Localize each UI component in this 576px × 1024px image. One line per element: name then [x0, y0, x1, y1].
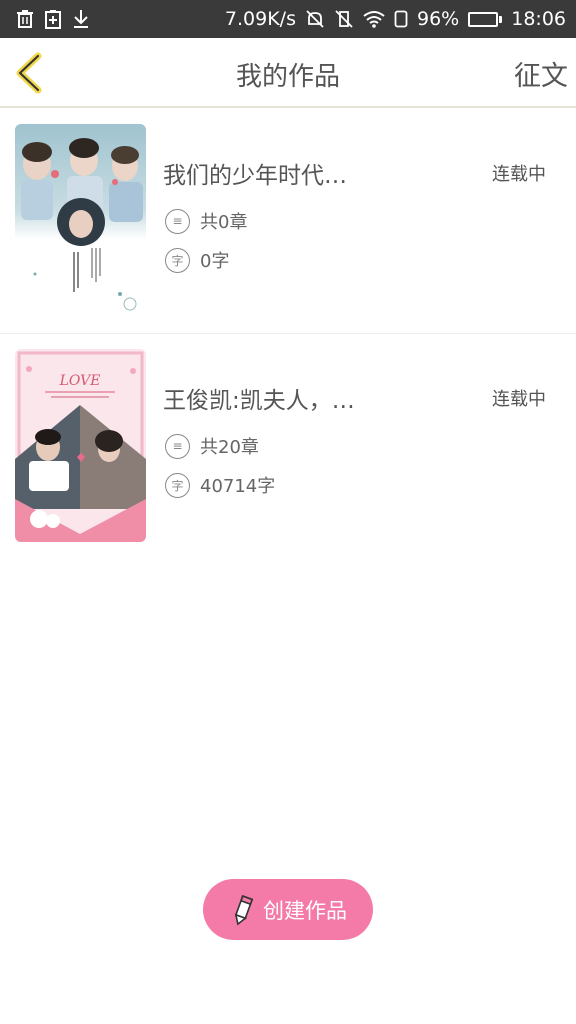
wifi-icon	[363, 11, 385, 28]
essay-contest-link[interactable]: 征文	[514, 54, 568, 93]
status-bar: 7.09K/s 96% 18:06	[0, 0, 576, 38]
vibrate-icon	[335, 10, 353, 28]
create-work-button[interactable]: 创建作品	[203, 879, 373, 940]
word-count-row: 字 0字	[165, 247, 229, 273]
work-cover-image: LOVE	[15, 349, 146, 542]
work-cover-image	[15, 124, 146, 317]
word-count: 0字	[200, 251, 230, 272]
add-doc-icon	[45, 10, 61, 29]
clock: 18:06	[511, 8, 566, 30]
mute-icon	[306, 10, 324, 28]
network-speed: 7.09K/s	[224, 8, 296, 30]
chapter-count-row: ≡ 共20章	[165, 433, 259, 459]
work-title: 我们的少年时代…	[163, 163, 347, 189]
create-work-label: 创建作品	[263, 898, 347, 923]
trash-icon	[17, 10, 33, 28]
word-icon: 字	[165, 247, 190, 273]
chapter-count: 共20章	[200, 437, 259, 458]
download-icon	[74, 10, 88, 28]
word-count: 40714字	[200, 476, 276, 497]
pencil-icon	[234, 894, 254, 926]
status-right: 7.09K/s 96% 18:06	[225, 0, 566, 38]
chapter-count: 共0章	[200, 212, 248, 233]
work-list-item[interactable]: 我们的少年时代… 连载中 ≡ 共0章 字 0字	[0, 110, 576, 334]
status-left-icons	[0, 9, 90, 29]
battery-icon	[468, 11, 503, 27]
word-icon: 字	[165, 472, 190, 498]
page-title: 我的作品	[235, 62, 340, 92]
sim-icon	[394, 10, 408, 28]
cover-love-text: LOVE	[59, 373, 101, 389]
work-title: 王俊凯:凯夫人，…	[163, 388, 355, 414]
list-icon: ≡	[165, 433, 190, 459]
battery-percent: 96%	[417, 8, 460, 30]
serial-status: 连载中	[492, 164, 546, 185]
chapter-count-row: ≡ 共0章	[165, 208, 247, 234]
word-count-row: 字 40714字	[165, 472, 275, 498]
list-icon: ≡	[165, 208, 190, 234]
serial-status: 连载中	[492, 389, 546, 410]
work-list-item[interactable]: LOVE 王俊凯:凯夫人，… 连载中 ≡ 共20章 字 40714字	[0, 335, 576, 559]
app-header: 我的作品 征文	[0, 38, 576, 108]
